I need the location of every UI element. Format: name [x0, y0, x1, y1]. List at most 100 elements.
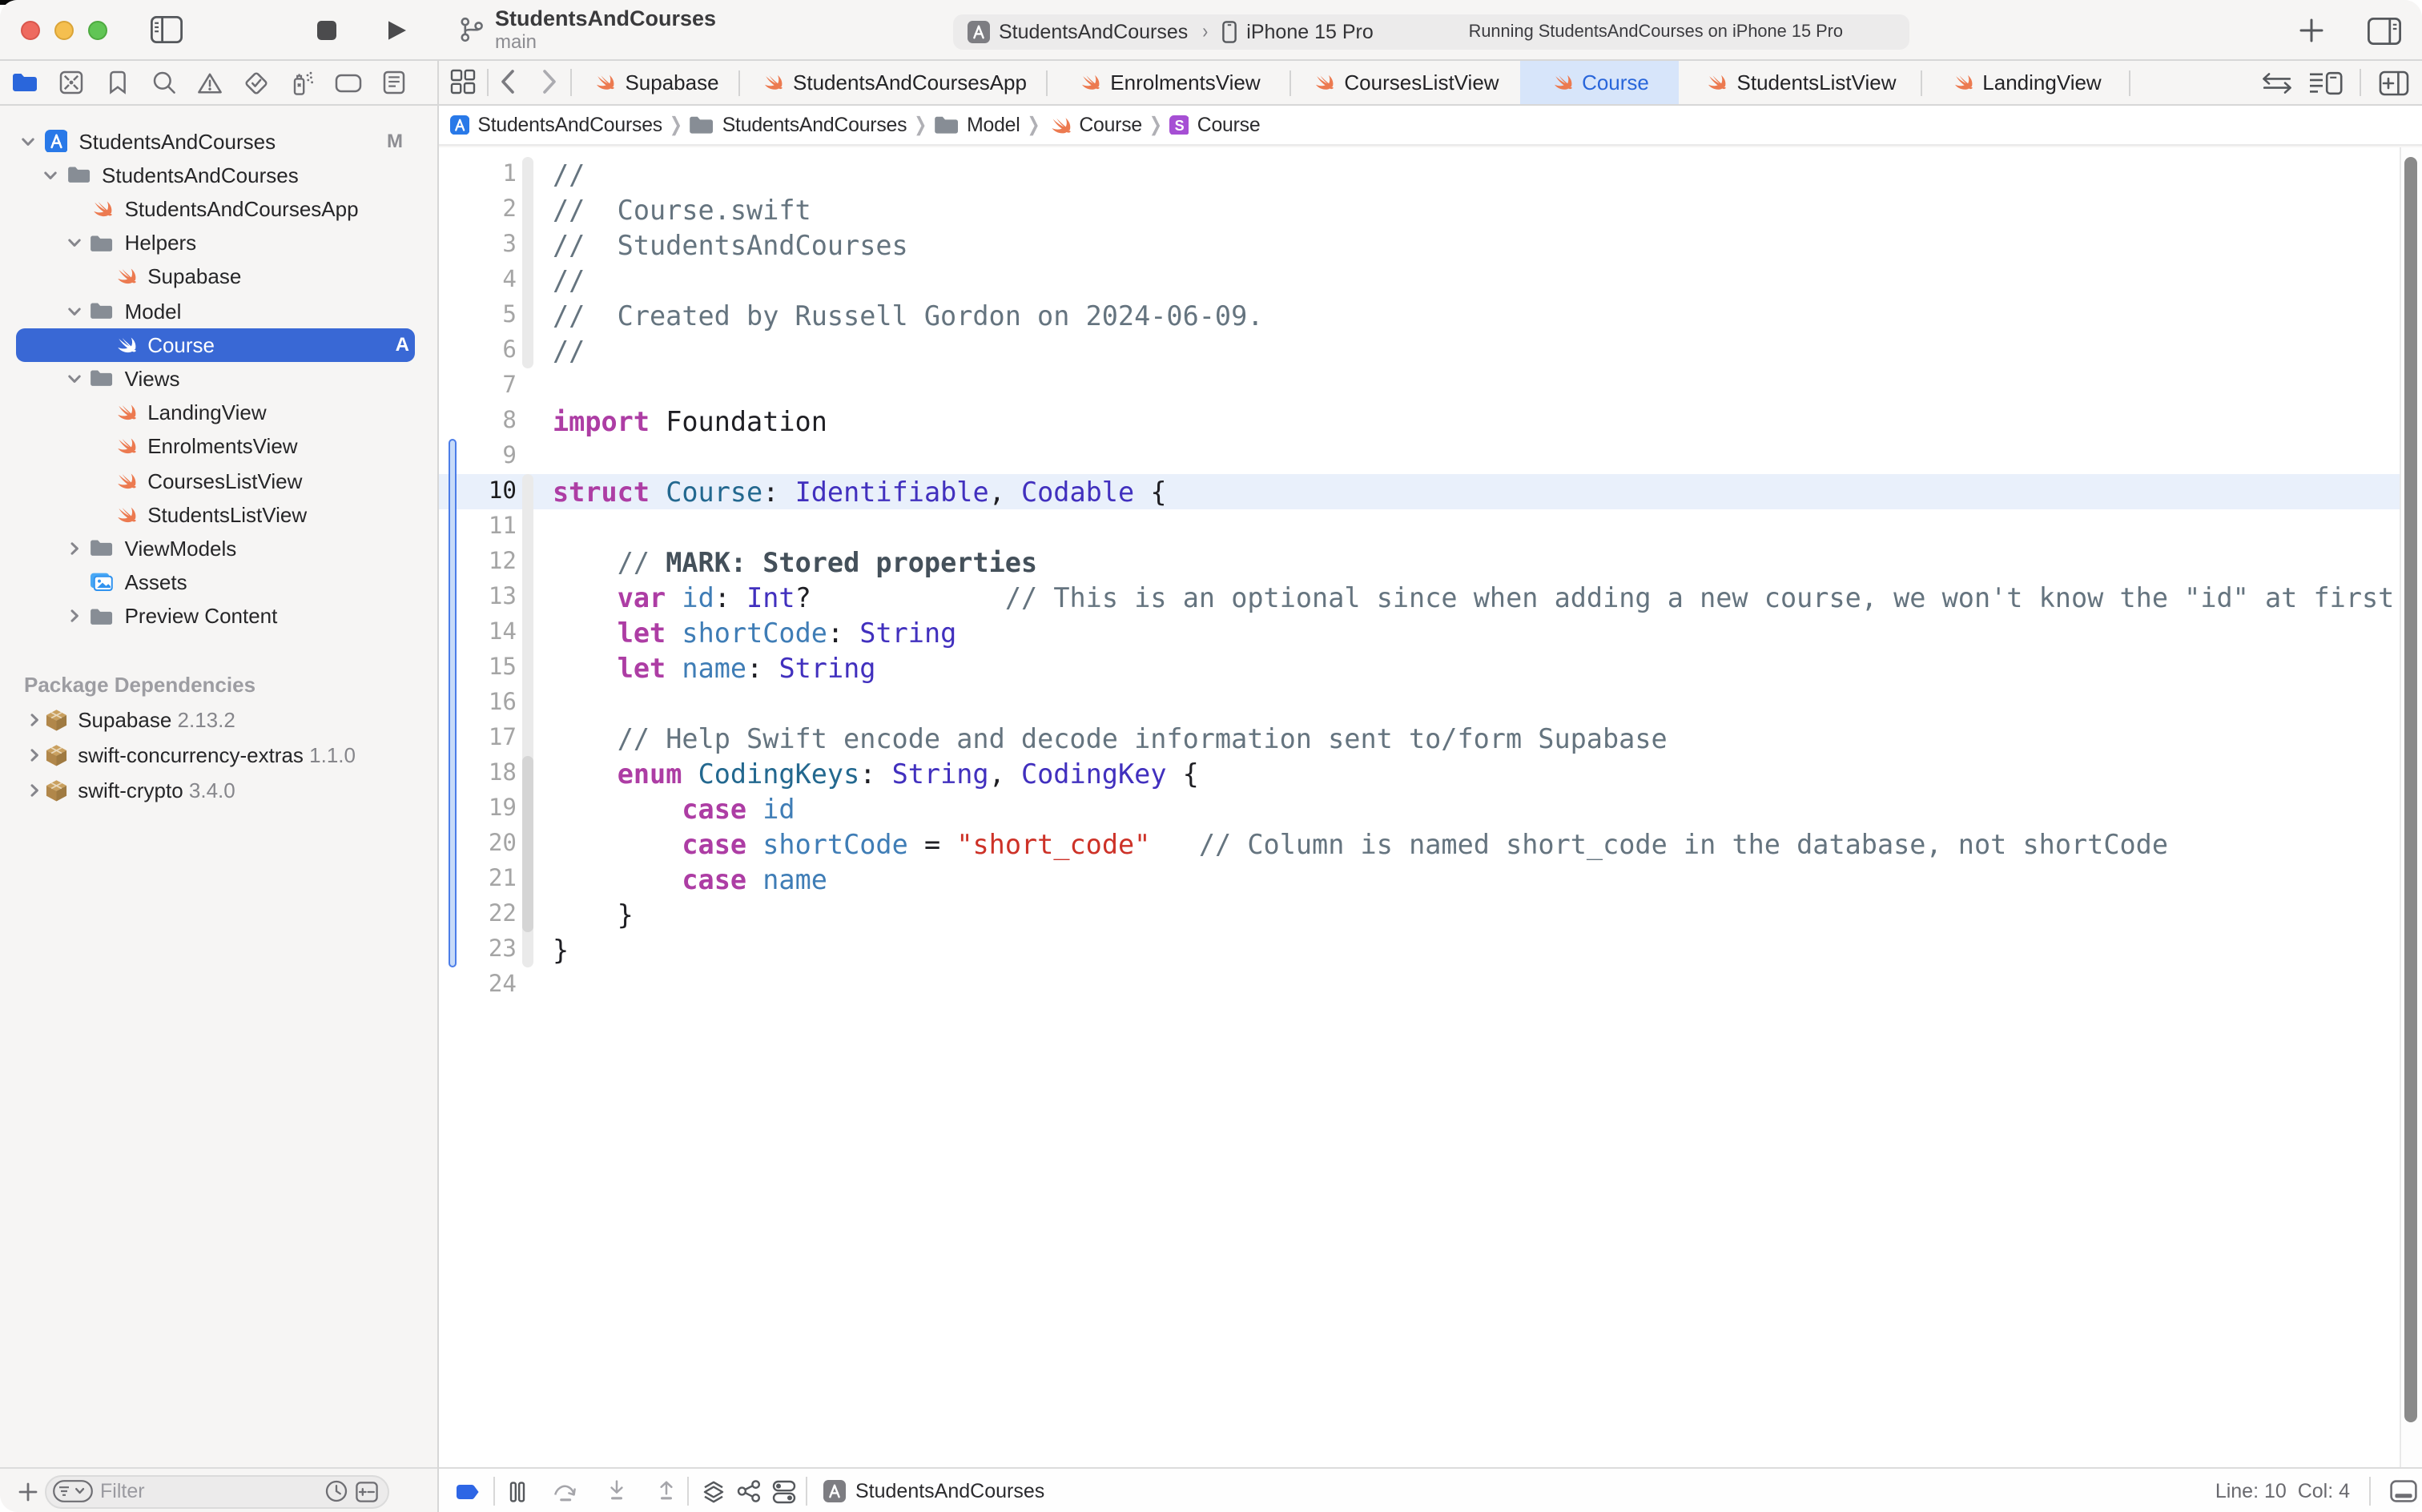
bookmarks-navigator-icon[interactable]	[99, 61, 137, 104]
editor-tab-courseslistview[interactable]: CoursesListView	[1291, 61, 1520, 103]
breakpoints-navigator-icon[interactable]	[329, 61, 368, 104]
go-back-button[interactable]	[489, 61, 527, 103]
disclosure-closed-icon[interactable]	[28, 783, 42, 798]
editor-tab-studentsandcoursesapp[interactable]: StudentsAndCoursesApp	[740, 61, 1048, 103]
memory-graph-button[interactable]	[734, 1469, 762, 1512]
code-line-19[interactable]: 19 case id	[437, 791, 2422, 826]
stop-button[interactable]	[316, 19, 338, 42]
tree-item-model[interactable]: Model	[0, 294, 437, 328]
editor-tab-enrolmentsview[interactable]: EnrolmentsView	[1048, 61, 1291, 103]
code-line-13[interactable]: 13 var id: Int? // This is an optional s…	[437, 580, 2422, 615]
go-forward-button[interactable]	[527, 61, 570, 103]
code-line-23[interactable]: 23}	[437, 932, 2422, 967]
source-control-navigator-icon[interactable]	[52, 61, 91, 104]
hide-debug-area-button[interactable]	[2390, 1480, 2417, 1502]
source-editor[interactable]: 1//2// Course.swift3// StudentsAndCourse…	[437, 147, 2422, 1467]
step-out-button[interactable]	[652, 1469, 681, 1512]
filter-options-icon[interactable]	[52, 1480, 92, 1502]
code-line-21[interactable]: 21 case name	[437, 862, 2422, 897]
step-over-button[interactable]	[551, 1469, 580, 1512]
tab-overview-button[interactable]	[437, 61, 487, 103]
swap-editor-button[interactable]	[2260, 68, 2292, 97]
add-library-button[interactable]	[2297, 16, 2326, 45]
scheme-name[interactable]: StudentsAndCourses	[999, 21, 1188, 43]
tree-item-assets[interactable]: Assets	[0, 565, 437, 599]
disclosure-closed-icon[interactable]	[66, 609, 81, 624]
editor-tab-studentslistview[interactable]: StudentsListView	[1679, 61, 1922, 103]
code-line-14[interactable]: 14 let shortCode: String	[437, 615, 2422, 650]
tree-item-studentslistview[interactable]: StudentsListView	[0, 497, 437, 531]
toggle-inspector-button[interactable]	[2363, 16, 2404, 45]
recent-files-icon[interactable]	[324, 1480, 347, 1502]
tests-navigator-icon[interactable]	[237, 61, 276, 104]
tree-item-viewmodels[interactable]: ViewModels	[0, 532, 437, 565]
tree-item-studentsandcourses[interactable]: StudentsAndCourses	[0, 158, 437, 191]
tree-item-preview-content[interactable]: Preview Content	[0, 600, 437, 633]
disclosure-open-icon[interactable]	[66, 372, 81, 386]
breadcrumb-item[interactable]: Model	[934, 114, 1020, 136]
debug-navigator-icon[interactable]	[283, 61, 321, 104]
editor-scrollbar-thumb[interactable]	[2404, 156, 2417, 1422]
code-line-15[interactable]: 15 let name: String	[437, 650, 2422, 686]
disclosure-closed-icon[interactable]	[28, 748, 42, 762]
tree-item-supabase[interactable]: Supabase	[0, 260, 437, 294]
breadcrumb-item[interactable]: StudentsAndCourses	[450, 114, 662, 136]
disclosure-open-icon[interactable]	[21, 134, 35, 148]
code-line-20[interactable]: 20 case shortCode = "short_code" // Colu…	[437, 826, 2422, 862]
source-control-filter-icon[interactable]	[355, 1481, 377, 1502]
disclosure-closed-icon[interactable]	[28, 712, 42, 726]
code-line-22[interactable]: 22 }	[437, 897, 2422, 932]
disclosure-open-icon[interactable]	[66, 304, 81, 318]
code-line-11[interactable]: 11	[437, 509, 2422, 545]
code-line-1[interactable]: 1//	[437, 157, 2422, 192]
editor-tab-landingview[interactable]: LandingView	[1922, 61, 2130, 103]
code-line-24[interactable]: 24	[437, 967, 2422, 1003]
add-editor-button[interactable]	[2376, 68, 2411, 97]
breadcrumb-item[interactable]: Course	[1047, 113, 1142, 137]
code-line-18[interactable]: 18 enum CodingKeys: String, CodingKey {	[437, 756, 2422, 791]
tree-item-helpers[interactable]: Helpers	[0, 226, 437, 259]
add-file-button[interactable]	[13, 1477, 42, 1506]
disclosure-open-icon[interactable]	[66, 235, 81, 250]
close-window-button[interactable]	[21, 21, 40, 40]
code-line-8[interactable]: 8import Foundation	[437, 404, 2422, 439]
tree-item-course[interactable]: CourseA	[0, 328, 437, 361]
toggle-sidebar-button[interactable]	[151, 16, 183, 43]
code-line-10[interactable]: 10struct Course: Identifiable, Codable {	[437, 474, 2422, 509]
minimize-window-button[interactable]	[54, 21, 74, 40]
tree-item-studentsandcourses[interactable]: StudentsAndCoursesM	[0, 124, 437, 158]
code-line-9[interactable]: 9	[437, 439, 2422, 474]
running-process-item[interactable]: StudentsAndCourses	[823, 1469, 1044, 1512]
disclosure-open-icon[interactable]	[44, 168, 58, 183]
reports-navigator-icon[interactable]	[375, 61, 413, 104]
tree-item-courseslistview[interactable]: CoursesListView	[0, 464, 437, 497]
package-item-supabase[interactable]: Supabase 2.13.2	[0, 702, 437, 738]
step-into-button[interactable]	[601, 1469, 630, 1512]
environment-overrides-button[interactable]	[769, 1469, 798, 1512]
view-hierarchy-button[interactable]	[698, 1469, 727, 1512]
issues-navigator-icon[interactable]	[191, 61, 229, 104]
package-item-swift-crypto[interactable]: swift-crypto 3.4.0	[0, 773, 437, 809]
code-line-17[interactable]: 17 // Help Swift encode and decode infor…	[437, 721, 2422, 756]
tree-item-enrolmentsview[interactable]: EnrolmentsView	[0, 430, 437, 464]
code-line-3[interactable]: 3// StudentsAndCourses	[437, 227, 2422, 263]
toggle-breakpoints-button[interactable]	[453, 1469, 482, 1512]
run-destination[interactable]: iPhone 15 Pro	[1246, 21, 1373, 43]
breadcrumb-item[interactable]: SCourse	[1169, 114, 1261, 136]
editor-tab-course[interactable]: Course	[1520, 61, 1679, 103]
code-line-5[interactable]: 5// Created by Russell Gordon on 2024-06…	[437, 298, 2422, 333]
package-item-swift-concurrency-extras[interactable]: swift-concurrency-extras 1.1.0	[0, 738, 437, 774]
find-navigator-icon[interactable]	[144, 61, 183, 104]
tree-item-landingview[interactable]: LandingView	[0, 396, 437, 429]
editor-tab-supabase[interactable]: Supabase	[572, 61, 740, 103]
code-line-12[interactable]: 12 // MARK: Stored properties	[437, 545, 2422, 580]
project-navigator-icon[interactable]	[6, 61, 45, 104]
editor-options-button[interactable]	[2307, 68, 2345, 97]
tree-item-views[interactable]: Views	[0, 362, 437, 396]
pause-button[interactable]	[503, 1469, 532, 1512]
code-line-7[interactable]: 7	[437, 368, 2422, 404]
code-line-6[interactable]: 6//	[437, 333, 2422, 368]
editor-scrollbar-track[interactable]	[2400, 147, 2422, 1467]
code-line-2[interactable]: 2// Course.swift	[437, 192, 2422, 227]
run-button[interactable]	[383, 18, 408, 43]
